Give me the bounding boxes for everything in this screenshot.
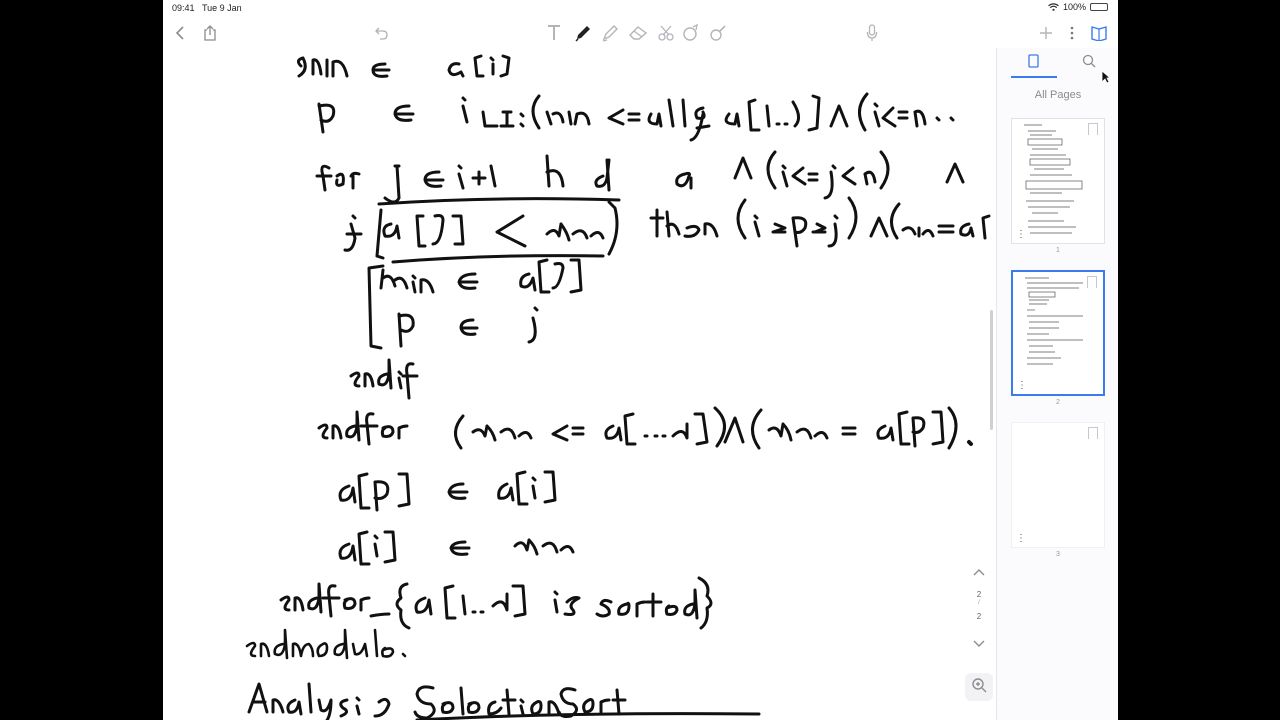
thumbnail-preview xyxy=(1024,124,1083,234)
highlighter-icon[interactable] xyxy=(599,22,621,44)
ipad-screen: 09:41 Tue 9 Jan 100% 2 / 2 All Pages ⋮ 1… xyxy=(163,0,1118,720)
ink-line-6 xyxy=(397,306,539,348)
page-thumbnail-1[interactable]: ⋮ xyxy=(1011,118,1105,244)
add-page-icon[interactable] xyxy=(1035,22,1057,44)
toolbar xyxy=(163,18,1118,48)
search-icon xyxy=(1082,54,1096,78)
image-icon[interactable] xyxy=(707,22,729,44)
ink-line-4 xyxy=(343,196,991,264)
wifi-icon xyxy=(1048,3,1059,11)
eraser-icon[interactable] xyxy=(627,22,649,44)
zoom-button[interactable] xyxy=(965,673,993,701)
page-sidebar: All Pages ⋮ 1 ⋮ 2 ⋮ 3 xyxy=(996,48,1118,720)
shapes-icon[interactable] xyxy=(679,22,701,44)
thumbnail-more-icon[interactable]: ⋮ xyxy=(1016,230,1026,240)
page-number-3: 3 xyxy=(1056,551,1060,558)
ink-line-2 xyxy=(317,92,955,142)
lasso-icon[interactable] xyxy=(655,22,677,44)
handwriting-ink xyxy=(245,54,991,720)
page-number-1: 1 xyxy=(1056,247,1060,254)
notes-canvas[interactable] xyxy=(163,48,996,720)
thumbnail-more-icon[interactable]: ⋮ xyxy=(1017,381,1027,391)
ink-line-13 xyxy=(247,682,761,720)
mouse-cursor-icon xyxy=(1101,70,1112,89)
page-separator: / xyxy=(978,600,980,606)
battery-icon xyxy=(1090,3,1108,11)
ink-line-3 xyxy=(315,150,965,204)
zoom-in-icon xyxy=(971,677,987,698)
status-time: 09:41 xyxy=(172,3,195,13)
pen-icon[interactable] xyxy=(572,22,594,44)
total-page-number: 2 xyxy=(976,612,982,621)
all-pages-label[interactable]: All Pages xyxy=(997,89,1118,101)
ink-line-12 xyxy=(245,628,407,660)
status-bar: 09:41 Tue 9 Jan 100% xyxy=(163,0,1118,16)
status-right: 100% xyxy=(1048,2,1108,12)
thumbnails-icon xyxy=(1028,54,1040,76)
more-icon[interactable] xyxy=(1061,22,1083,44)
battery-percent: 100% xyxy=(1062,2,1086,12)
ink-line-10 xyxy=(338,530,575,566)
sidebar-tabs xyxy=(997,48,1118,78)
undo-icon[interactable] xyxy=(371,22,393,44)
bookmark-icon[interactable] xyxy=(1088,123,1098,135)
page-number-2: 2 xyxy=(1056,399,1060,406)
canvas-scrollbar[interactable] xyxy=(990,310,993,430)
back-icon[interactable] xyxy=(169,22,191,44)
chevron-up-icon[interactable] xyxy=(972,564,986,582)
status-date: Tue 9 Jan xyxy=(202,3,242,13)
tab-thumbnails[interactable] xyxy=(1011,54,1057,78)
page-navigator: 2 / 2 xyxy=(968,562,990,650)
current-page-number: 2 xyxy=(976,590,982,599)
ink-line-9 xyxy=(338,470,557,512)
bookmark-icon[interactable] xyxy=(1087,276,1097,288)
page-thumbnail-2[interactable]: ⋮ xyxy=(1011,270,1105,396)
sidebar-toggle-icon[interactable] xyxy=(1088,22,1110,44)
ink-line-1 xyxy=(296,54,511,78)
ink-line-7 xyxy=(349,358,419,400)
page-thumbnail-3[interactable]: ⋮ xyxy=(1011,422,1105,548)
text-tool-icon[interactable] xyxy=(543,22,565,44)
ink-line-8 xyxy=(317,406,973,450)
share-icon[interactable] xyxy=(199,22,221,44)
ink-line-11 xyxy=(279,576,713,630)
bookmark-icon[interactable] xyxy=(1088,427,1098,439)
thumbnail-preview xyxy=(1025,277,1083,365)
thumbnail-more-icon[interactable]: ⋮ xyxy=(1016,534,1026,544)
microphone-icon[interactable] xyxy=(861,22,883,44)
chevron-down-icon[interactable] xyxy=(972,636,986,654)
